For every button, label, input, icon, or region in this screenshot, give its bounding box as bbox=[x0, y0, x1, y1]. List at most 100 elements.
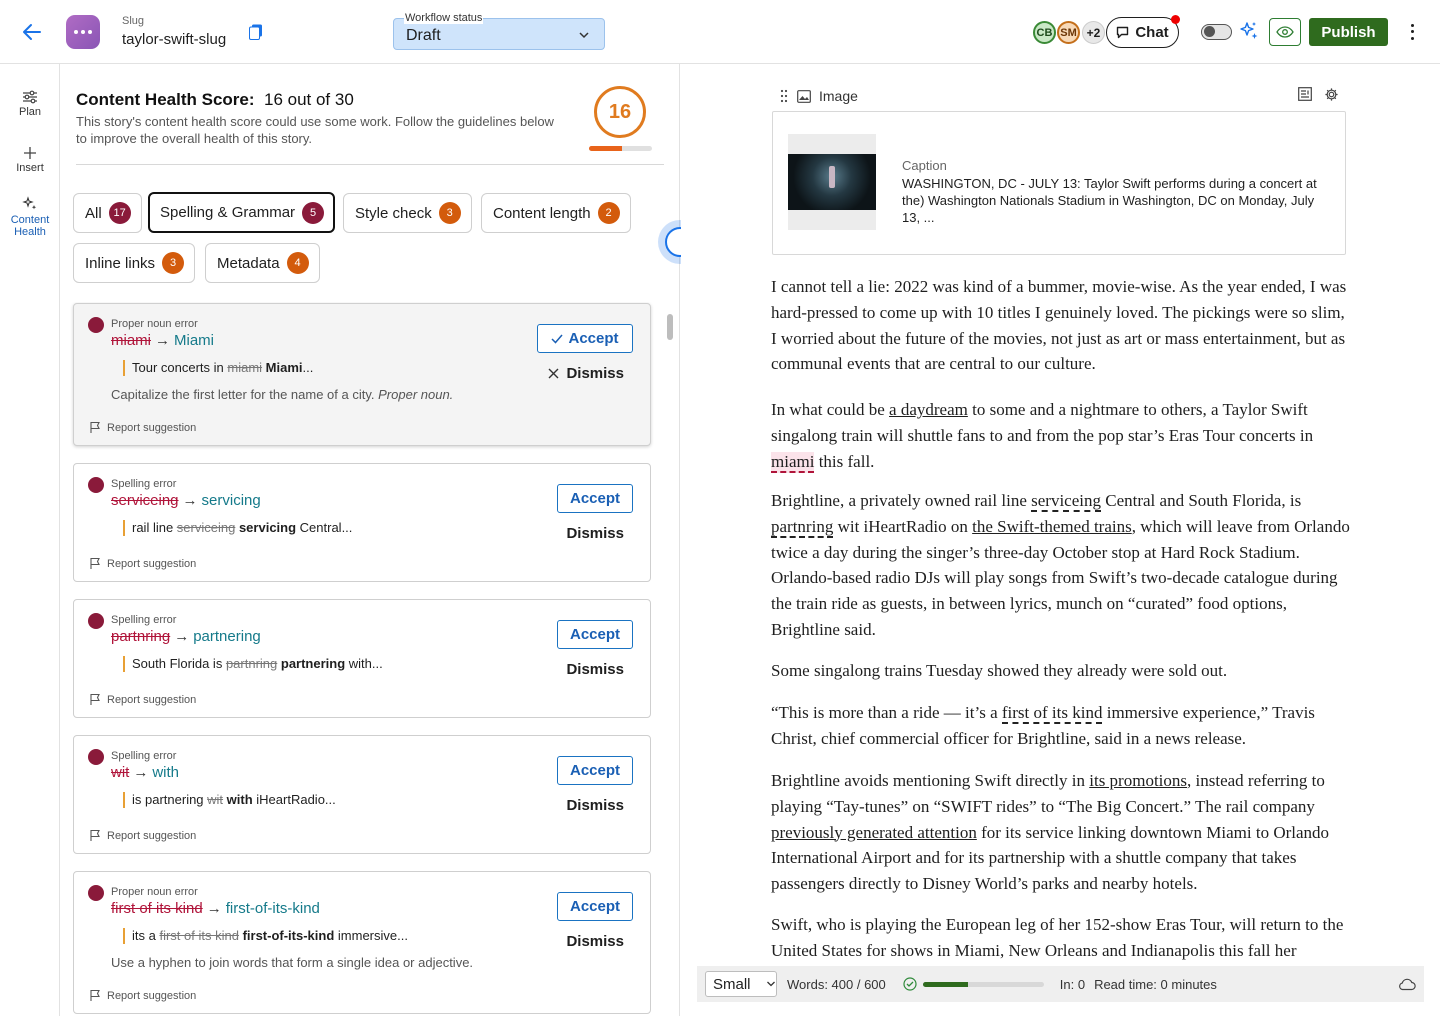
image-block-label: Image bbox=[819, 88, 858, 104]
avatar[interactable]: CB bbox=[1033, 21, 1056, 44]
left-rail: Plan Insert Content Health bbox=[0, 64, 60, 1016]
text-size-select[interactable]: Small bbox=[705, 971, 777, 997]
workflow-status-label: Workflow status bbox=[404, 12, 484, 24]
suggestion-type: Spelling error bbox=[111, 750, 177, 762]
image-thumbnail[interactable] bbox=[788, 134, 876, 230]
chat-button[interactable]: Chat bbox=[1106, 15, 1180, 48]
avatar[interactable]: SM bbox=[1057, 21, 1080, 44]
rail-item-plan[interactable]: Plan bbox=[0, 90, 60, 118]
paragraph[interactable]: Brightline avoids mentioning Swift direc… bbox=[771, 768, 1351, 897]
filter-content-length[interactable]: Content length 2 bbox=[481, 193, 631, 233]
suggestion-hint: Use a hyphen to join words that form a s… bbox=[111, 955, 474, 970]
accept-button[interactable]: Accept bbox=[557, 756, 633, 785]
suggestion-type: Proper noun error bbox=[111, 886, 198, 898]
filter-label: Spelling & Grammar bbox=[160, 204, 296, 221]
layout-icon[interactable] bbox=[1298, 87, 1312, 101]
close-icon bbox=[548, 368, 559, 379]
inline-link[interactable]: previously generated attention bbox=[771, 823, 977, 842]
notification-dot bbox=[1171, 15, 1180, 24]
caption-label: Caption bbox=[902, 158, 947, 173]
suggestion-type: Spelling error bbox=[111, 478, 177, 490]
dismiss-button[interactable]: Dismiss bbox=[566, 661, 624, 678]
paragraph[interactable]: Brightline, a privately owned rail line … bbox=[771, 488, 1351, 643]
rail-label: Plan bbox=[18, 106, 42, 118]
count-badge: 3 bbox=[438, 202, 461, 224]
plus-icon bbox=[24, 147, 36, 159]
suggestion-context: its a first of its kind first-of-its-kin… bbox=[123, 928, 408, 944]
suggestion-context: is partnering wit with iHeartRadio... bbox=[123, 792, 336, 808]
avatar-overflow[interactable]: +2 bbox=[1082, 21, 1105, 44]
dismiss-button[interactable]: Dismiss bbox=[566, 525, 624, 542]
inline-link[interactable]: its promotions bbox=[1089, 771, 1187, 790]
gear-icon[interactable] bbox=[1324, 87, 1339, 102]
dismiss-button[interactable]: Dismiss bbox=[566, 797, 624, 814]
content-health-panel: Content Health Score: 16 out of 30 This … bbox=[60, 64, 680, 1016]
accept-button[interactable]: Accept bbox=[557, 484, 633, 513]
text-size-value: Small bbox=[713, 975, 751, 993]
filter-label: Content length bbox=[493, 204, 591, 222]
flagged-word[interactable]: miami bbox=[771, 451, 815, 473]
cloud-icon bbox=[1399, 978, 1416, 991]
flagged-word[interactable]: first of its kind bbox=[1001, 703, 1103, 724]
inline-link[interactable]: the Swift-themed trains bbox=[972, 517, 1132, 536]
report-suggestion-link[interactable]: Report suggestion bbox=[89, 989, 196, 1002]
filter-metadata[interactable]: Metadata 4 bbox=[205, 243, 320, 283]
image-block[interactable]: Caption WASHINGTON, DC - JULY 13: Taylor… bbox=[772, 111, 1346, 255]
paragraph[interactable]: “This is more than a ride — it’s a first… bbox=[771, 700, 1351, 752]
report-suggestion-link[interactable]: Report suggestion bbox=[89, 421, 196, 434]
paragraph[interactable]: I cannot tell a lie: 2022 was kind of a … bbox=[771, 274, 1351, 377]
drag-handle-icon[interactable] bbox=[779, 89, 789, 103]
more-options-icon[interactable] bbox=[1405, 22, 1419, 42]
rail-item-insert[interactable]: Insert bbox=[0, 146, 60, 174]
word-count: Words: 400 / 600 bbox=[787, 976, 886, 992]
filter-style-check[interactable]: Style check 3 bbox=[343, 193, 472, 233]
slug-value[interactable]: taylor-swift-slug bbox=[122, 31, 226, 48]
inline-link[interactable]: a daydream bbox=[889, 400, 968, 419]
filter-all[interactable]: All 17 bbox=[73, 193, 142, 233]
filter-label: All bbox=[85, 204, 102, 222]
mode-toggle[interactable] bbox=[1201, 24, 1232, 40]
dismiss-button[interactable]: Dismiss bbox=[548, 365, 624, 382]
inline-link-count: In: 0 bbox=[1059, 976, 1086, 992]
suggestion-context: South Florida is partnring partnering wi… bbox=[123, 656, 383, 672]
rail-item-content-health[interactable]: Content Health bbox=[0, 196, 60, 238]
caption-text[interactable]: WASHINGTON, DC - JULY 13: Taylor Swift p… bbox=[902, 175, 1334, 226]
paragraph[interactable]: In what could be a daydream to some and … bbox=[771, 397, 1351, 474]
eye-icon bbox=[1276, 26, 1294, 38]
flagged-word[interactable]: serviceing bbox=[1031, 491, 1101, 512]
slug-label: Slug bbox=[122, 15, 145, 27]
score-text: 16 out of 30 bbox=[263, 90, 354, 109]
back-arrow-icon[interactable] bbox=[20, 20, 44, 44]
accept-button[interactable]: Accept bbox=[557, 620, 633, 649]
suggestion-fix: serviceing → servicing bbox=[111, 492, 261, 509]
divider bbox=[76, 164, 664, 165]
filter-spelling-grammar[interactable]: Spelling & Grammar 5 bbox=[148, 192, 336, 233]
filter-label: Metadata bbox=[217, 254, 280, 272]
accept-button[interactable]: Accept bbox=[557, 892, 633, 921]
flagged-word[interactable]: partnring bbox=[771, 516, 834, 538]
suggestion-context: Tour concerts in miami Miami... bbox=[123, 360, 313, 376]
suggestion-type: Proper noun error bbox=[111, 318, 198, 330]
report-suggestion-link[interactable]: Report suggestion bbox=[89, 829, 196, 842]
copy-icon[interactable] bbox=[249, 24, 263, 40]
paragraph[interactable]: Swift, who is playing the European leg o… bbox=[771, 912, 1351, 964]
check-icon bbox=[551, 334, 564, 344]
paragraph[interactable]: Some singalong trains Tuesday showed the… bbox=[771, 658, 1351, 684]
report-suggestion-link[interactable]: Report suggestion bbox=[89, 557, 196, 570]
error-dot-icon bbox=[88, 613, 104, 629]
publish-button[interactable]: Publish bbox=[1309, 18, 1388, 46]
accept-button[interactable]: Accept bbox=[537, 324, 633, 353]
wrong-term: miami bbox=[111, 332, 151, 349]
dismiss-button[interactable]: Dismiss bbox=[566, 933, 624, 950]
right-term: Miami bbox=[174, 332, 214, 349]
app-logo bbox=[66, 15, 100, 49]
flag-icon bbox=[90, 829, 100, 841]
score-description: This story's content health score could … bbox=[76, 114, 554, 146]
filter-inline-links[interactable]: Inline links 3 bbox=[73, 243, 196, 283]
flag-icon bbox=[90, 557, 100, 569]
report-suggestion-link[interactable]: Report suggestion bbox=[89, 693, 196, 706]
preview-button[interactable] bbox=[1269, 18, 1301, 46]
ai-sparkle-icon[interactable] bbox=[1238, 20, 1260, 42]
story-editor: Image Caption WASHINGTON, DC - JULY 13: … bbox=[681, 64, 1440, 1016]
error-dot-icon bbox=[88, 749, 104, 765]
